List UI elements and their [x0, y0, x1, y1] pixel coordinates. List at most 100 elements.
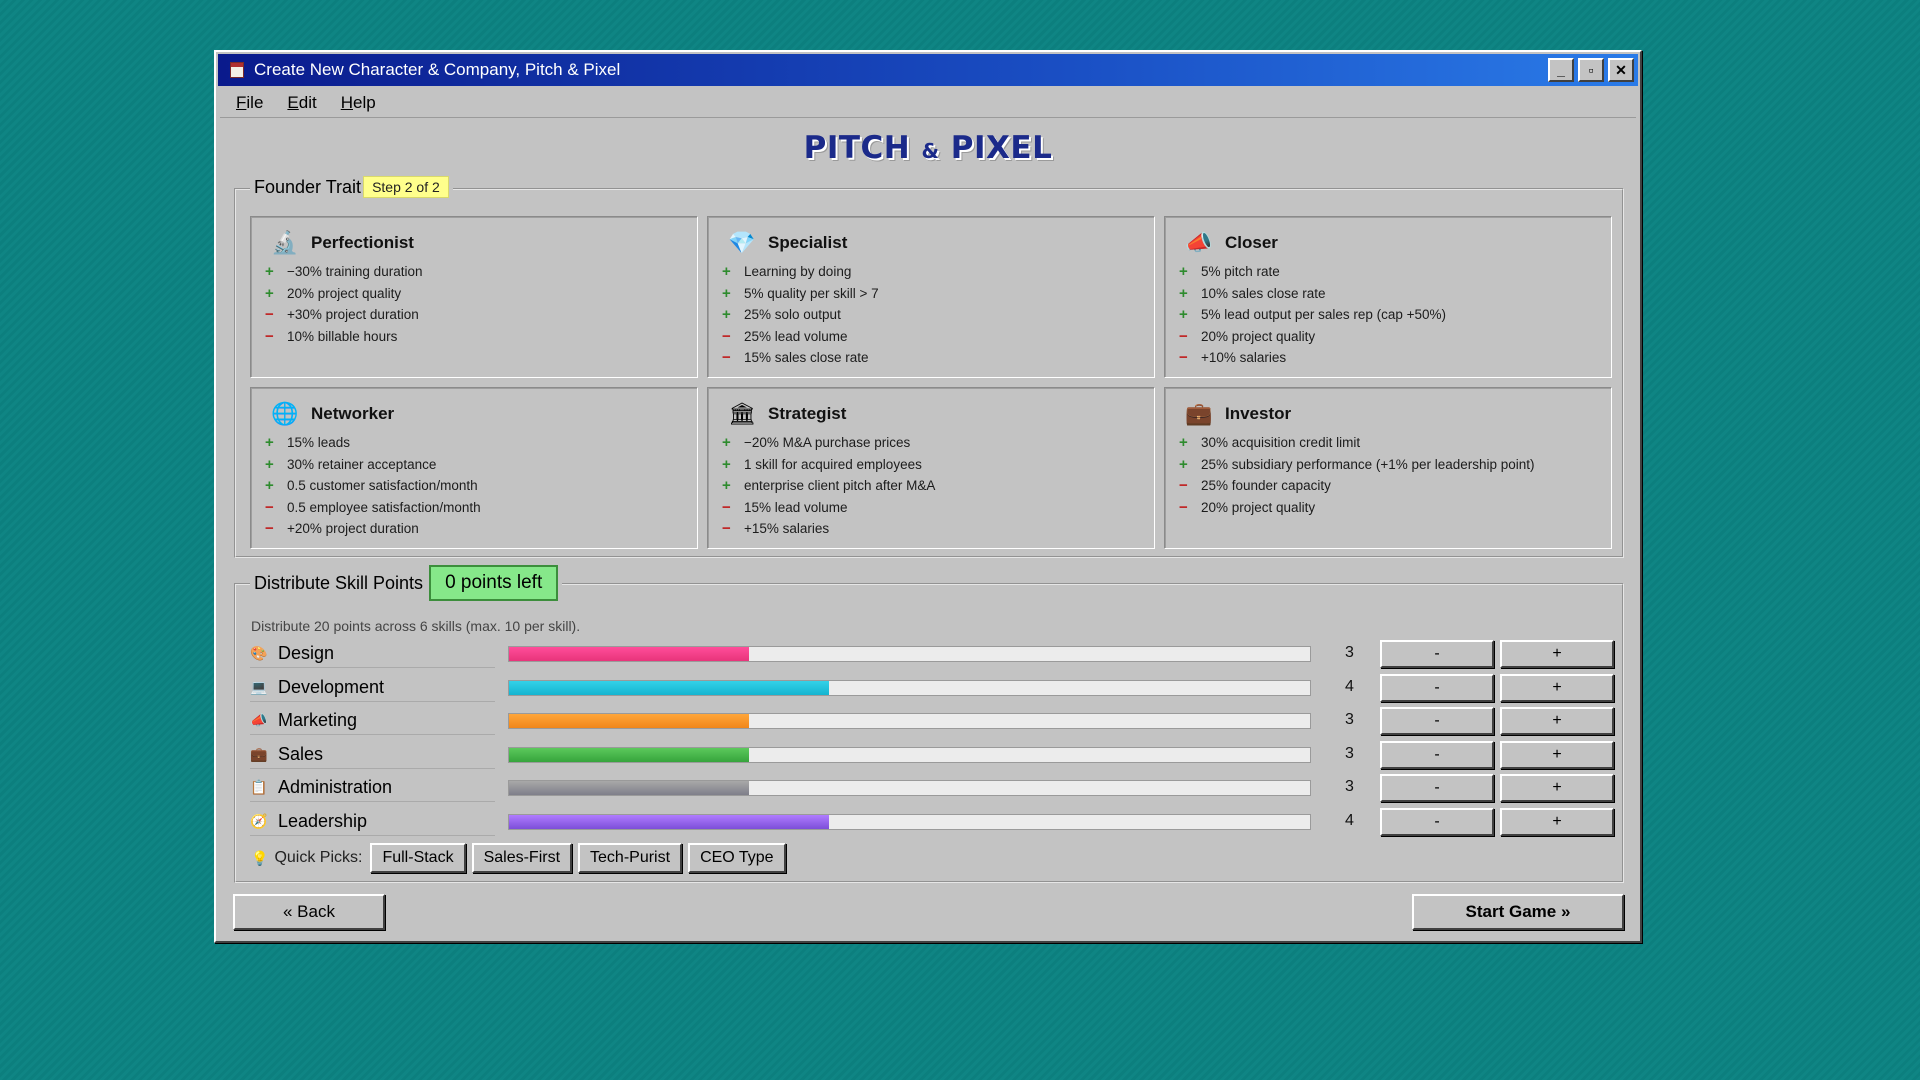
- trait-card-strategist[interactable]: 🏛 Strategist + −20% M&A purchase prices +1 s…: [707, 387, 1155, 549]
- microscope-icon: 🔬: [271, 230, 299, 255]
- back-button[interactable]: « Back: [233, 894, 385, 930]
- effect-text: +20% project duration: [287, 521, 419, 537]
- trait-effect: +25% subsidiary performance (+1% per lea…: [1179, 454, 1535, 476]
- bonus-sign: +: [1179, 306, 1188, 324]
- trait-name: Perfectionist: [311, 233, 414, 252]
- trait-effect: +20% project quality: [265, 283, 422, 305]
- menu-file[interactable]: File: [236, 93, 263, 113]
- skill-decrease-button[interactable]: -: [1380, 707, 1494, 736]
- effect-text: 20% project quality: [1201, 499, 1316, 515]
- bonus-sign: +: [265, 455, 274, 473]
- notepad-icon: [230, 62, 244, 78]
- trait-effect: − +30% project duration: [265, 304, 422, 326]
- skill-decrease-button[interactable]: -: [1380, 740, 1494, 769]
- bonus-sign: +: [722, 263, 731, 281]
- quick-pick-ceo-type[interactable]: CEO Type: [688, 843, 786, 873]
- effect-text: 10% billable hours: [287, 328, 398, 344]
- effect-text: 15% sales close rate: [744, 350, 869, 366]
- quick-pick-full-stack[interactable]: Full-Stack: [370, 843, 466, 873]
- skill-increase-button[interactable]: +: [1500, 640, 1614, 668]
- megaphone-icon: 📣: [1185, 230, 1213, 255]
- penalty-sign: −: [265, 498, 274, 516]
- effect-text: +15% salaries: [744, 521, 830, 537]
- skill-increase-button[interactable]: +: [1500, 774, 1614, 803]
- effect-text: 5% lead output per sales rep (cap +50%): [1201, 307, 1447, 323]
- penalty-sign: −: [1179, 327, 1188, 345]
- skill-increase-button[interactable]: +: [1500, 707, 1614, 736]
- menu-edit[interactable]: Edit: [287, 93, 316, 113]
- trait-effect: +5% lead output per sales rep (cap +50%): [1179, 304, 1446, 326]
- bonus-sign: +: [722, 455, 731, 473]
- skill-bar-marketing: [508, 713, 1311, 730]
- skill-bar-development: [508, 679, 1311, 696]
- monitor-icon: 💻: [250, 678, 268, 695]
- skill-row-leadership: 🧭 Leadership 4 - +: [250, 808, 1614, 838]
- trait-effect: +5% quality per skill > 7: [722, 283, 879, 305]
- trait-name: Strategist: [768, 404, 847, 423]
- bonus-sign: +: [1179, 455, 1188, 473]
- trait-effect: − +10% salaries: [1179, 347, 1446, 369]
- bonus-sign: +: [722, 306, 731, 324]
- bank-icon: 🏛: [728, 401, 756, 426]
- effect-text: 5% pitch rate: [1201, 264, 1280, 280]
- effect-text: 0.5 customer satisfaction/month: [287, 478, 478, 494]
- title-bar[interactable]: Create New Character & Company, Pitch & …: [218, 54, 1638, 86]
- trait-effect: +30% acquisition credit limit: [1179, 432, 1535, 454]
- skill-increase-button[interactable]: +: [1500, 740, 1614, 769]
- menu-help[interactable]: Help: [341, 93, 376, 113]
- trait-effect: + −30% training duration: [265, 261, 422, 283]
- skill-bar-administration: [508, 780, 1311, 797]
- lightbulb-icon: 💡: [251, 849, 269, 866]
- effect-text: 20% project quality: [287, 285, 402, 301]
- trait-effect: −20% project quality: [1179, 497, 1535, 519]
- skill-row-marketing: 📣 Marketing 3 - +: [250, 707, 1614, 737]
- start-game-button[interactable]: Start Game »: [1412, 894, 1624, 930]
- trait-effect: −0.5 employee satisfaction/month: [265, 497, 481, 519]
- trait-card-specialist[interactable]: 💎 Specialist + Learning by doing +5% quality…: [707, 216, 1155, 378]
- bonus-sign: +: [722, 434, 731, 452]
- skill-name: Development: [278, 676, 385, 697]
- trait-effect: −15% sales close rate: [722, 347, 879, 369]
- skill-decrease-button[interactable]: -: [1380, 774, 1494, 803]
- skill-value: 3: [1345, 644, 1354, 661]
- effect-text: +10% salaries: [1201, 350, 1287, 366]
- skill-value: 3: [1345, 711, 1354, 729]
- trait-effect: +1 skill for acquired employees: [722, 454, 935, 476]
- quick-pick-sales-first[interactable]: Sales-First: [471, 843, 573, 873]
- minimize-button[interactable]: _: [1548, 58, 1574, 82]
- effect-text: enterprise client pitch after M&A: [744, 478, 936, 494]
- skill-decrease-button[interactable]: -: [1380, 673, 1494, 702]
- penalty-sign: −: [265, 520, 274, 538]
- menu-bar: File Edit Help: [220, 88, 1636, 118]
- trait-effects-list: + −20% M&A purchase prices +1 skill for ac…: [722, 432, 935, 540]
- skill-decrease-button[interactable]: -: [1380, 808, 1494, 836]
- effect-text: 25% subsidiary performance (+1% per lead…: [1201, 456, 1535, 472]
- maximize-button[interactable]: ▫: [1578, 58, 1604, 82]
- trait-effects-list: + Learning by doing +5% quality per skill …: [722, 261, 879, 369]
- trait-effect: +25% solo output: [722, 304, 879, 326]
- effect-text: +30% project duration: [287, 307, 419, 323]
- trait-effect: + −20% M&A purchase prices: [722, 432, 935, 454]
- trait-card-perfectionist[interactable]: 🔬 Perfectionist + −30% training duration +20…: [250, 216, 698, 378]
- skill-value: 4: [1345, 677, 1354, 695]
- trait-effect: + Learning by doing: [722, 261, 879, 283]
- close-button[interactable]: ✕: [1608, 58, 1634, 82]
- trait-effects-list: +15% leads +30% retainer acceptance +0.5 c…: [265, 432, 481, 540]
- effect-text: 1 skill for acquired employees: [744, 456, 922, 472]
- quick-pick-tech-purist[interactable]: Tech-Purist: [578, 843, 683, 873]
- skill-decrease-button[interactable]: -: [1380, 640, 1494, 668]
- skill-increase-button[interactable]: +: [1500, 808, 1614, 836]
- trait-card-networker[interactable]: 🌐 Networker +15% leads +30% retainer accept…: [250, 387, 698, 549]
- skill-name: Design: [278, 643, 335, 663]
- character-creation-window: Create New Character & Company, Pitch & …: [214, 50, 1642, 943]
- megaphone-icon: 📣: [250, 712, 268, 729]
- clipboard-icon: 📋: [250, 779, 268, 796]
- quick-picks-label: Quick Picks:: [274, 849, 363, 866]
- skill-increase-button[interactable]: +: [1500, 673, 1614, 702]
- diamond-icon: 💎: [728, 230, 756, 255]
- skill-value: 3: [1345, 744, 1354, 762]
- trait-card-closer[interactable]: 📣 Closer +5% pitch rate +10% sales close ra…: [1164, 216, 1612, 378]
- trait-card-investor[interactable]: 💼 Investor +30% acquisition credit limit +2…: [1164, 387, 1612, 549]
- trait-name: Closer: [1225, 233, 1278, 252]
- skill-row-design: 🎨 Design 3 - +: [250, 640, 1614, 670]
